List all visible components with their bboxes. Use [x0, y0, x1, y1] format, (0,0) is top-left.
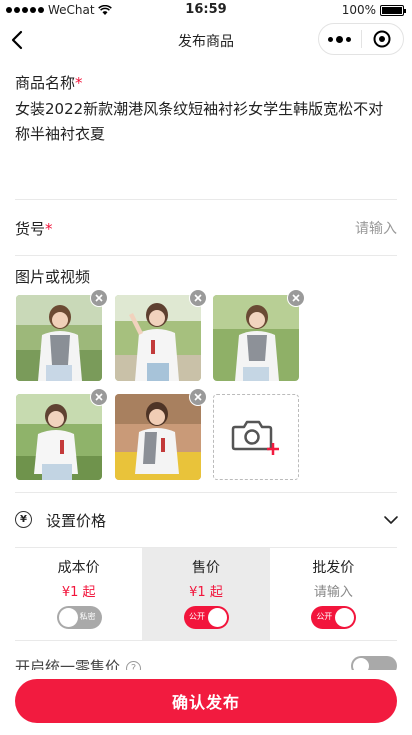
chevron-down-icon: [384, 516, 398, 524]
toggle-knob: [335, 608, 355, 627]
wholesale-price-label: 批发价: [312, 560, 355, 576]
photo-thumbnail[interactable]: [213, 289, 305, 381]
sale-price-column[interactable]: 售价 ¥1 起 公开: [142, 548, 270, 640]
name-label-text: 商品名称: [15, 74, 76, 92]
sale-price-visibility-toggle[interactable]: 公开: [183, 606, 229, 629]
target-close-icon: [373, 30, 391, 48]
product-photo: [213, 295, 299, 381]
divider: [15, 492, 397, 493]
close-icon: [95, 393, 103, 401]
product-photo: [115, 394, 201, 480]
battery-percent: 100%: [341, 3, 376, 17]
delete-photo-button[interactable]: [90, 388, 108, 406]
sku-label-text: 货号: [15, 220, 46, 238]
toggle-label: 公开: [188, 612, 205, 621]
close-mini-program-button[interactable]: [361, 30, 403, 48]
more-button[interactable]: [319, 35, 361, 43]
price-section-header[interactable]: ¥ 设置价格: [0, 505, 412, 535]
toggle-label: 公开: [316, 612, 333, 621]
battery-icon: [380, 4, 406, 16]
status-bar: WeChat 16:59 100%: [0, 0, 412, 20]
camera-add-icon: [231, 420, 279, 455]
close-icon: [95, 294, 103, 302]
nav-bar: 发布商品: [0, 20, 412, 60]
delete-photo-button[interactable]: [90, 289, 108, 307]
toggle-knob: [207, 608, 227, 627]
divider: [15, 640, 397, 641]
required-mark: *: [45, 220, 53, 238]
photo-thumbnail[interactable]: [115, 388, 207, 480]
mini-program-capsule: [318, 23, 404, 55]
product-photo: [115, 295, 201, 381]
divider: [15, 255, 397, 256]
yen-icon: ¥: [15, 511, 32, 528]
status-right: 100%: [341, 3, 406, 17]
delete-photo-button[interactable]: [189, 388, 207, 406]
wholesale-price-column[interactable]: 批发价 请输入 公开: [270, 548, 397, 640]
wholesale-price-visibility-toggle[interactable]: 公开: [311, 606, 357, 629]
photo-thumbnail[interactable]: [16, 388, 108, 480]
delete-photo-button[interactable]: [287, 289, 305, 307]
divider: [15, 199, 397, 200]
name-input[interactable]: 女装2022新款潮港风条纹短袖衬衫女学生韩版宽松不对称半袖衬衣夏: [15, 97, 397, 147]
close-icon: [194, 294, 202, 302]
required-mark: *: [75, 74, 83, 92]
photo-thumbnail[interactable]: [16, 289, 108, 381]
close-icon: [292, 294, 300, 302]
photo-thumbnail[interactable]: [115, 289, 207, 381]
toggle-knob: [58, 608, 78, 627]
bottom-bar: 确认发布: [0, 670, 412, 735]
sku-input[interactable]: 请输入: [355, 218, 397, 238]
sku-label: 货号*: [15, 218, 53, 239]
cost-price-label: 成本价: [57, 560, 100, 576]
media-label: 图片或视频: [15, 268, 91, 286]
confirm-publish-button[interactable]: 确认发布: [15, 679, 397, 723]
wholesale-price-input[interactable]: 请输入: [270, 581, 397, 600]
toggle-label: 私密: [79, 612, 96, 621]
cost-price-visibility-toggle[interactable]: 私密: [56, 606, 102, 629]
cost-price-value[interactable]: ¥1 起: [15, 581, 142, 600]
delete-photo-button[interactable]: [189, 289, 207, 307]
sale-price-value[interactable]: ¥1 起: [142, 581, 269, 600]
close-icon: [194, 393, 202, 401]
product-photo: [16, 394, 102, 480]
price-section-title: 设置价格: [46, 512, 107, 530]
sale-price-label: 售价: [191, 560, 220, 576]
name-label: 商品名称*: [15, 72, 83, 93]
add-photo-button[interactable]: [213, 394, 299, 480]
price-columns: 成本价 ¥1 起 私密 售价 ¥1 起 公开 批发价 请输入 公开: [15, 548, 397, 640]
cost-price-column[interactable]: 成本价 ¥1 起 私密: [15, 548, 142, 640]
product-photo: [16, 295, 102, 381]
